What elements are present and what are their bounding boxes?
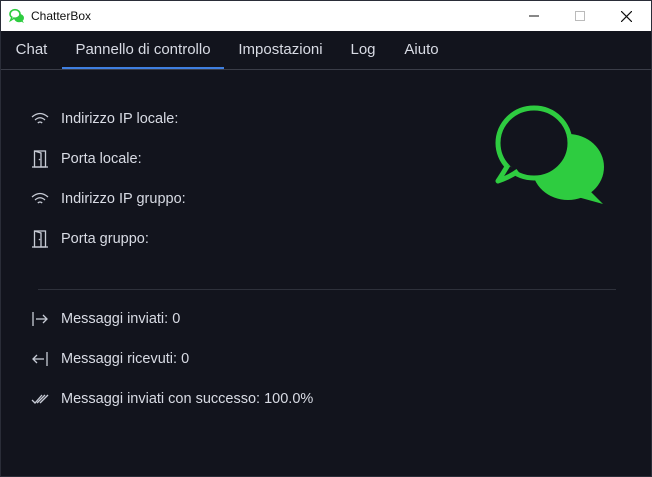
close-icon [621, 11, 632, 22]
close-button[interactable] [603, 1, 649, 31]
group-ip-label: Indirizzo IP gruppo: [61, 191, 186, 207]
app-window: ChatterBox Chat Pannello di controllo Im… [0, 0, 652, 477]
local-ip-label: Indirizzo IP locale: [61, 111, 179, 127]
section-divider [38, 289, 616, 290]
sent-count-label: Messaggi inviati: 0 [61, 311, 181, 327]
send-arrow-icon [32, 312, 48, 326]
minimize-button[interactable] [511, 1, 557, 31]
tab-settings[interactable]: Impostazioni [230, 31, 331, 67]
tab-chat[interactable]: Chat [7, 31, 56, 67]
chatterbox-logo [495, 105, 604, 204]
tab-control-panel[interactable]: Pannello di controllo [62, 31, 224, 69]
receive-arrow-icon [32, 352, 48, 366]
success-rate-label: Messaggi inviati con successo: 100.0% [61, 391, 314, 407]
chat-bubbles-icon [9, 8, 24, 23]
maximize-icon [575, 11, 585, 21]
minimize-icon [529, 15, 539, 17]
title-bar: ChatterBox [1, 1, 651, 31]
tab-help[interactable]: Aiuto [395, 31, 448, 67]
tab-bar: Chat Pannello di controllo Impostazioni … [1, 31, 651, 70]
tab-log[interactable]: Log [341, 31, 385, 67]
window-title: ChatterBox [31, 9, 92, 23]
maximize-button[interactable] [557, 1, 603, 31]
door-icon [32, 150, 48, 168]
wifi-icon [31, 112, 49, 124]
double-check-icon [31, 394, 49, 404]
door-icon [32, 230, 48, 248]
received-count-label: Messaggi ricevuti: 0 [61, 351, 190, 367]
local-port-label: Porta locale: [61, 151, 142, 167]
wifi-icon [31, 192, 49, 204]
group-port-label: Porta gruppo: [61, 231, 149, 247]
